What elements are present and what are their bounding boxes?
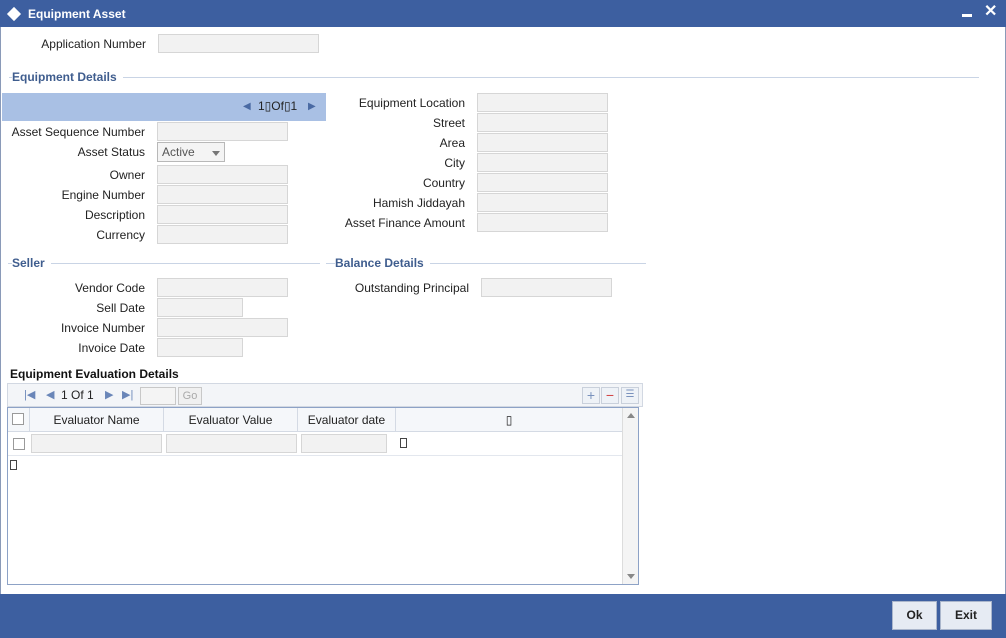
seller-title: Seller [12, 256, 51, 270]
equipment-pager: ◀ 1▯Of▯1 ▶ [2, 93, 326, 121]
footer-bar: Ok Exit [0, 594, 1006, 638]
invoice-date-field[interactable] [157, 338, 243, 357]
evaluator-date-cell[interactable] [301, 434, 387, 453]
owner-field[interactable] [157, 165, 288, 184]
ok-button[interactable]: Ok [892, 601, 937, 630]
seller-divider [8, 263, 320, 264]
scroll-down-icon[interactable] [627, 574, 635, 579]
exit-button[interactable]: Exit [940, 601, 992, 630]
previous-page-icon[interactable]: ◀ [46, 388, 54, 401]
description-label: Description [84, 208, 145, 222]
sell-date-label: Sell Date [96, 301, 145, 315]
close-icon[interactable]: ✕ [984, 4, 997, 20]
table-row [8, 432, 622, 456]
go-button[interactable]: Go [178, 387, 202, 405]
evaluator-name-cell[interactable] [31, 434, 162, 453]
area-label: Area [439, 136, 465, 150]
hamish-jiddayah-label: Hamish Jiddayah [372, 196, 465, 210]
asset-finance-amount-field[interactable] [477, 213, 608, 232]
first-page-icon[interactable]: |◀ [24, 388, 35, 401]
last-page-icon[interactable]: ▶| [122, 388, 133, 401]
scroll-up-icon[interactable] [627, 413, 635, 418]
engine-number-label: Engine Number [61, 188, 145, 202]
equipment-location-field[interactable] [477, 93, 608, 112]
application-number-label: Application Number [41, 37, 146, 51]
vendor-code-field[interactable] [157, 278, 288, 297]
invoice-date-label: Invoice Date [78, 341, 145, 355]
engine-number-field[interactable] [157, 185, 288, 204]
sell-date-field[interactable] [157, 298, 243, 317]
asset-status-value: Active [162, 145, 195, 159]
currency-label: Currency [96, 228, 145, 242]
goto-page-input[interactable] [140, 387, 176, 405]
next-icon[interactable]: ▶ [308, 101, 316, 112]
asset-status-select[interactable]: Active [157, 142, 225, 162]
col-evaluator-date[interactable]: Evaluator date [298, 408, 396, 432]
row-extra-glyph [400, 438, 407, 448]
add-row-icon[interactable]: + [582, 387, 600, 404]
vendor-code-label: Vendor Code [74, 281, 145, 295]
evaluation-details-title: Equipment Evaluation Details [10, 367, 179, 381]
delete-row-icon[interactable]: − [601, 387, 619, 404]
outstanding-principal-field[interactable] [481, 278, 612, 297]
evaluation-grid-body: Evaluator Name Evaluator Value Evaluator… [7, 407, 639, 585]
pager-text: 1▯Of▯1 [258, 99, 298, 113]
asset-finance-amount-label: Asset Finance Amount [344, 216, 465, 230]
area-field[interactable] [477, 133, 608, 152]
city-field[interactable] [477, 153, 608, 172]
app-diamond-icon [6, 6, 22, 21]
invoice-number-label: Invoice Number [60, 321, 145, 335]
next-page-icon[interactable]: ▶ [105, 388, 113, 401]
asset-sequence-number-label: Asset Sequence Number [11, 125, 145, 139]
grid-pager-text: 1 Of 1 [61, 388, 94, 402]
col-extra: ▯ [505, 413, 513, 427]
empty-row-glyph [10, 460, 17, 470]
asset-status-label: Asset Status [77, 145, 145, 159]
window-title: Equipment Asset [28, 6, 126, 21]
currency-field[interactable] [157, 225, 288, 244]
application-number-field[interactable] [158, 34, 319, 53]
hamish-jiddayah-field[interactable] [477, 193, 608, 212]
evaluation-grid-header: Evaluator Name Evaluator Value Evaluator… [8, 408, 622, 432]
grid-scrollbar[interactable] [622, 408, 638, 584]
select-all-cell [8, 408, 30, 432]
evaluation-grid-toolbar: |◀ ◀ 1 Of 1 ▶ ▶| Go + − ☰ [7, 383, 643, 407]
evaluation-grid: |◀ ◀ 1 Of 1 ▶ ▶| Go + − ☰ Evaluator Name… [7, 383, 643, 585]
list-view-icon[interactable]: ☰ [621, 387, 639, 404]
minimize-icon[interactable] [962, 6, 972, 17]
evaluator-value-cell[interactable] [166, 434, 297, 453]
outstanding-principal-label: Outstanding Principal [354, 281, 469, 295]
col-evaluator-value[interactable]: Evaluator Value [164, 408, 298, 432]
select-all-checkbox[interactable] [12, 413, 24, 425]
description-field[interactable] [157, 205, 288, 224]
equipment-details-divider [9, 77, 979, 78]
col-evaluator-name[interactable]: Evaluator Name [30, 408, 164, 432]
invoice-number-field[interactable] [157, 318, 288, 337]
street-label: Street [432, 116, 465, 130]
street-field[interactable] [477, 113, 608, 132]
equipment-location-label: Equipment Location [358, 96, 465, 110]
balance-details-title: Balance Details [335, 256, 430, 270]
city-label: City [444, 156, 465, 170]
title-bar: Equipment Asset ✕ [0, 0, 1006, 27]
row-checkbox[interactable] [13, 438, 25, 450]
country-label: Country [422, 176, 465, 190]
chevron-down-icon [212, 151, 220, 156]
equipment-details-title: Equipment Details [12, 70, 123, 84]
country-field[interactable] [477, 173, 608, 192]
previous-icon[interactable]: ◀ [243, 101, 251, 112]
owner-label: Owner [109, 168, 145, 182]
asset-sequence-number-field[interactable] [157, 122, 288, 141]
